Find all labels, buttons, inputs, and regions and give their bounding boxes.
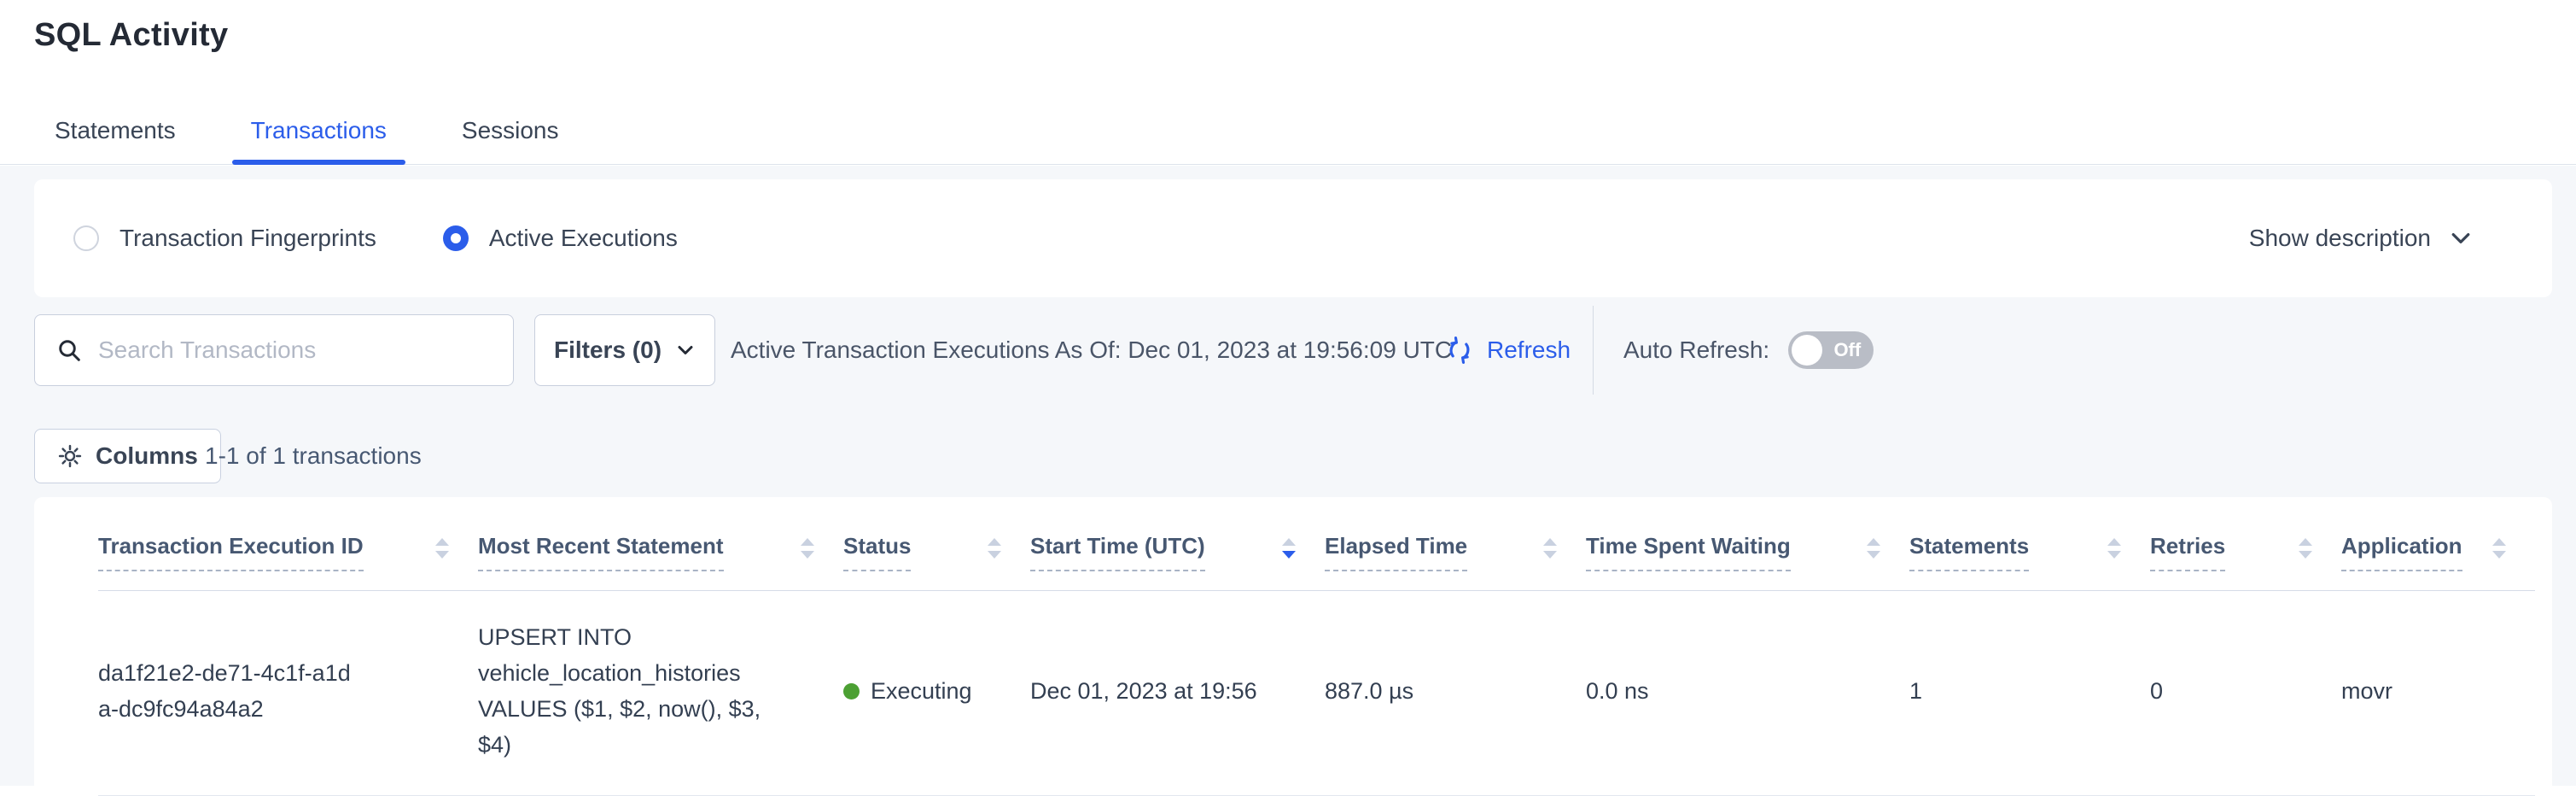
column-header-label[interactable]: Statements (1909, 533, 2029, 571)
refresh-button[interactable]: Refresh (1444, 314, 1571, 386)
cell-statements: 1 (1909, 674, 2150, 710)
radio-active-executions[interactable]: Active Executions (443, 225, 678, 252)
gear-icon (57, 443, 83, 469)
column-header-label[interactable]: Application (2341, 533, 2462, 571)
column-header-label[interactable]: Start Time (UTC) (1030, 533, 1205, 571)
column-header-label[interactable]: Status (843, 533, 911, 571)
column-header-statements: Statements (1909, 533, 2150, 590)
sort-icon[interactable] (2107, 538, 2121, 559)
show-description-label: Show description (2249, 225, 2431, 252)
column-header-label[interactable]: Elapsed Time (1325, 533, 1467, 571)
sort-icon[interactable] (435, 538, 449, 559)
radio-circle-icon[interactable] (443, 225, 469, 251)
sort-icon[interactable] (801, 538, 814, 559)
cell-elapsed-time: 887.0 µs (1325, 674, 1586, 710)
status-executing-dot-icon (843, 683, 860, 699)
show-description-toggle[interactable]: Show description (2249, 225, 2474, 252)
column-header-label[interactable]: Transaction Execution ID (98, 533, 364, 571)
sort-icon[interactable] (2492, 538, 2506, 559)
tab-transactions[interactable]: Transactions (232, 117, 405, 165)
columns-button[interactable]: Columns (34, 429, 221, 483)
result-count: 1-1 of 1 transactions (205, 429, 422, 483)
auto-refresh-toggle[interactable]: Off (1788, 331, 1874, 369)
refresh-label: Refresh (1487, 337, 1571, 364)
column-header-retries: Retries (2150, 533, 2341, 590)
columns-label: Columns (96, 442, 198, 470)
column-header-elapsed-time: Elapsed Time (1325, 533, 1586, 590)
cell-transaction-execution-id[interactable]: da1f21e2-de71-4c1f-a1da-dc9fc94a84a2 (98, 656, 384, 728)
as-of-timestamp: Active Transaction Executions As Of: Dec… (731, 314, 1452, 386)
auto-refresh-control: Auto Refresh: Off (1623, 314, 1874, 386)
sort-icon[interactable] (1282, 538, 1296, 559)
cell-most-recent-statement[interactable]: UPSERT INTO vehicle_location_histories V… (478, 620, 819, 763)
chevron-down-icon (2448, 225, 2474, 251)
column-header-transaction-execution-id: Transaction Execution ID (98, 533, 478, 590)
chevron-down-icon (675, 340, 696, 360)
transactions-table: Transaction Execution ID Most Recent Sta… (34, 497, 2552, 796)
view-mode-radio-group: Transaction Fingerprints Active Executio… (73, 225, 678, 252)
radio-circle-icon[interactable] (73, 225, 99, 251)
status-label: Executing (871, 674, 972, 710)
refresh-icon (1444, 335, 1475, 366)
tab-sessions[interactable]: Sessions (443, 117, 578, 165)
toolbar-divider (1593, 306, 1594, 395)
filters-label: Filters (0) (554, 337, 661, 364)
table-header-row: Transaction Execution ID Most Recent Sta… (98, 497, 2535, 591)
tab-statements[interactable]: Statements (36, 117, 195, 165)
table-row[interactable]: da1f21e2-de71-4c1f-a1da-dc9fc94a84a2 UPS… (98, 591, 2535, 796)
column-header-label[interactable]: Time Spent Waiting (1586, 533, 1791, 571)
search-input[interactable] (98, 337, 492, 364)
search-box[interactable] (34, 314, 514, 386)
cell-start-time: Dec 01, 2023 at 19:56 (1030, 674, 1325, 710)
column-header-status: Status (843, 533, 1030, 590)
page-content: Transaction Fingerprints Active Executio… (0, 166, 2576, 786)
column-header-application: Application (2341, 533, 2535, 590)
sort-icon[interactable] (1867, 538, 1880, 559)
cell-retries: 0 (2150, 674, 2341, 710)
filters-button[interactable]: Filters (0) (534, 314, 715, 386)
cell-application: movr (2341, 674, 2535, 710)
sort-icon[interactable] (1543, 538, 1557, 559)
sort-icon[interactable] (988, 538, 1001, 559)
tab-bar: Statements Transactions Sessions (36, 117, 615, 165)
radio-label: Transaction Fingerprints (119, 225, 376, 252)
page-title: SQL Activity (34, 17, 228, 54)
view-mode-card: Transaction Fingerprints Active Executio… (34, 179, 2552, 297)
radio-label: Active Executions (489, 225, 678, 252)
toggle-knob-icon (1792, 335, 1822, 366)
cell-time-spent-waiting: 0.0 ns (1586, 674, 1909, 710)
column-header-time-spent-waiting: Time Spent Waiting (1586, 533, 1909, 590)
column-header-label[interactable]: Most Recent Statement (478, 533, 724, 571)
cell-status: Executing (843, 674, 1030, 710)
column-header-most-recent-statement: Most Recent Statement (478, 533, 843, 590)
page-header: SQL Activity Statements Transactions Ses… (0, 0, 2576, 165)
sort-icon[interactable] (2299, 538, 2312, 559)
auto-refresh-label: Auto Refresh: (1623, 337, 1769, 364)
column-header-start-time: Start Time (UTC) (1030, 533, 1325, 590)
auto-refresh-state: Off (1833, 339, 1861, 361)
search-icon (55, 337, 83, 364)
radio-transaction-fingerprints[interactable]: Transaction Fingerprints (73, 225, 376, 252)
column-header-label[interactable]: Retries (2150, 533, 2225, 571)
